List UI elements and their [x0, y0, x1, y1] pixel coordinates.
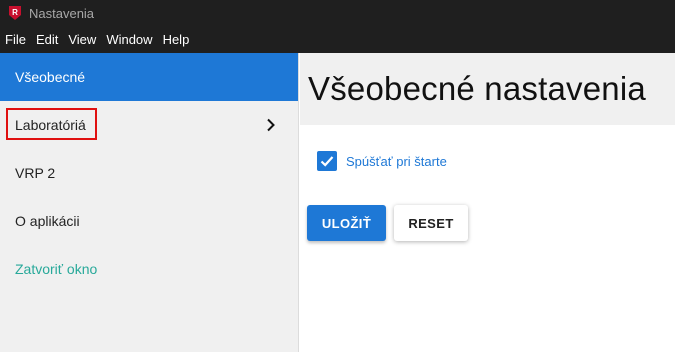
sidebar-item-o-aplikacii[interactable]: O aplikácii	[0, 197, 298, 245]
sidebar-item-vseobecne[interactable]: Všeobecné	[0, 53, 298, 101]
svg-text:R: R	[12, 8, 18, 17]
menu-view[interactable]: View	[63, 26, 101, 53]
title-bar: R Nastavenia	[0, 0, 675, 26]
window-title: Nastavenia	[29, 5, 95, 21]
menu-bar: File Edit View Window Help	[0, 26, 675, 53]
sidebar-item-zatvorit-okno[interactable]: Zatvoriť okno	[0, 245, 298, 293]
menu-file[interactable]: File	[0, 26, 31, 53]
page-title: Všeobecné nastavenia	[308, 70, 646, 107]
checkmark-icon	[320, 156, 334, 167]
page-header: Všeobecné nastavenia	[300, 53, 675, 125]
menu-window[interactable]: Window	[101, 26, 157, 53]
start-on-launch-label[interactable]: Spúšťať pri štarte	[346, 154, 447, 169]
start-on-launch-option[interactable]: Spúšťať pri štarte	[317, 151, 447, 171]
app-logo-icon: R	[8, 5, 22, 21]
sidebar-item-label: Laboratóriá	[15, 117, 86, 133]
sidebar: Všeobecné Laboratóriá VRP 2 O aplikácii …	[0, 53, 299, 352]
sidebar-item-laboratoria[interactable]: Laboratóriá	[0, 101, 298, 149]
reset-button[interactable]: RESET	[394, 205, 468, 241]
chevron-right-icon	[266, 118, 276, 132]
menu-edit[interactable]: Edit	[31, 26, 63, 53]
main-panel: Všeobecné nastavenia Spúšťať pri štarte …	[300, 53, 675, 352]
save-button[interactable]: ULOŽIŤ	[307, 205, 386, 241]
sidebar-item-vrp2[interactable]: VRP 2	[0, 149, 298, 197]
start-on-launch-checkbox[interactable]	[317, 151, 337, 171]
menu-help[interactable]: Help	[158, 26, 195, 53]
